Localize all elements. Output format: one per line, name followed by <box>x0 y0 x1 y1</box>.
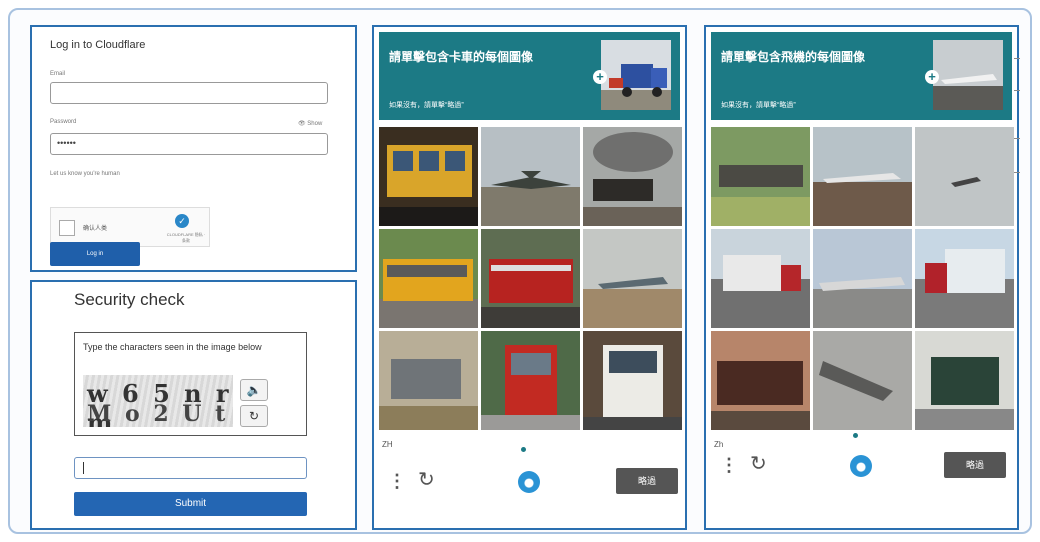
recaptcha-logo-icon <box>850 455 872 477</box>
tile-train[interactable] <box>379 127 478 226</box>
turnstile-footer: CLOUDFLARE 隐私 · 条款 <box>166 232 206 243</box>
recaptcha-logo-icon <box>518 471 540 493</box>
tile-plane-on-tarmac[interactable] <box>813 127 912 226</box>
refresh-captcha-icon[interactable]: ↻ <box>240 405 268 427</box>
tile-dump-truck[interactable] <box>379 331 478 430</box>
more-options-icon[interactable]: ⋮ <box>388 471 406 492</box>
tile-truck-side[interactable] <box>711 229 810 328</box>
reload-icon[interactable]: ↻ <box>750 451 767 476</box>
captcha-text-input[interactable] <box>74 457 307 479</box>
checkbox-label: 确认人类 <box>83 226 108 232</box>
tile-fighter-jet[interactable] <box>583 229 682 328</box>
submit-button[interactable]: Submit <box>74 492 307 516</box>
password-label: Password <box>50 119 77 125</box>
tile-fire-truck[interactable] <box>481 229 580 328</box>
audio-captcha-icon[interactable]: 🔈 <box>240 379 268 401</box>
example-plane-thumbnail <box>933 40 1003 110</box>
recaptcha-prompt: 請單擊包含卡車的每個圖像 <box>389 50 534 64</box>
edge-tick <box>1014 172 1020 173</box>
distorted-captcha-image: w 6 5 n r m M o 2 U t w <box>83 375 233 427</box>
recaptcha-header: 請單擊包含飛機的每個圖像 如果沒有，請單擊“略過” + <box>711 32 1012 120</box>
login-button[interactable]: Log in <box>50 242 140 266</box>
tile-train[interactable] <box>711 127 810 226</box>
page-indicator-dot <box>521 447 526 452</box>
text-captcha-box: Type the characters seen in the image be… <box>74 332 307 436</box>
tile-jet[interactable] <box>481 127 580 226</box>
text-cursor <box>83 462 84 474</box>
recaptcha-panel-planes: 請單擊包含飛機的每個圖像 如果沒有，請單擊“略過” + Zh ⋮ ↻ 略過 <box>704 25 1019 530</box>
image-grid <box>711 127 1014 430</box>
login-title: Log in to Cloudflare <box>50 39 146 51</box>
edge-tick <box>1014 138 1020 139</box>
tile-truck-red[interactable] <box>915 229 1014 328</box>
tile-fire-truck-front[interactable] <box>481 331 580 430</box>
skip-button[interactable]: 略過 <box>944 452 1006 478</box>
cloudflare-check-icon: ✓ <box>175 214 189 228</box>
cloudflare-login-panel: Log in to Cloudflare Email Password 👁 Sh… <box>30 25 357 272</box>
tile-truck-green[interactable] <box>915 331 1014 430</box>
image-grid <box>379 127 682 430</box>
password-field[interactable]: •••••• <box>50 133 328 155</box>
security-check-panel: Security check Type the characters seen … <box>30 280 357 530</box>
captcha-instructions: Type the characters seen in the image be… <box>83 342 262 352</box>
human-checkbox[interactable] <box>59 220 75 236</box>
recaptcha-panel-trucks: 請單擊包含卡車的每個圖像 如果沒有，請單擊“略過” + ZH ⋮ ↻ 略過 <box>372 25 687 530</box>
edge-tick <box>1014 90 1020 91</box>
tile-steam-locomotive[interactable] <box>711 331 810 430</box>
example-truck-thumbnail <box>601 40 671 110</box>
language-code: ZH <box>382 440 393 449</box>
reload-icon[interactable]: ↻ <box>418 467 435 492</box>
recaptcha-hint: 如果沒有，請單擊“略過” <box>389 102 464 109</box>
show-password-toggle[interactable]: 👁 Show <box>298 120 322 127</box>
page-indicator-dot <box>853 433 858 438</box>
more-options-icon[interactable]: ⋮ <box>720 455 738 476</box>
recaptcha-header: 請單擊包含卡車的每個圖像 如果沒有，請單擊“略過” + <box>379 32 680 120</box>
human-label: Let us know you're human <box>50 171 120 177</box>
email-field[interactable] <box>50 82 328 104</box>
tile-old-plane-wreck[interactable] <box>813 331 912 430</box>
language-code: Zh <box>714 440 724 449</box>
turnstile-widget: 确认人类 ✓ CLOUDFLARE 隐私 · 条款 <box>50 207 210 247</box>
plus-icon: + <box>593 70 607 84</box>
skip-button[interactable]: 略過 <box>616 468 678 494</box>
recaptcha-prompt: 請單擊包含飛機的每個圖像 <box>721 50 866 64</box>
tile-plane-ground[interactable] <box>813 229 912 328</box>
tile-plane-landing[interactable] <box>915 127 1014 226</box>
security-title: Security check <box>74 290 185 309</box>
email-label: Email <box>50 71 66 77</box>
edge-tick <box>1014 58 1020 59</box>
tile-bus[interactable] <box>379 229 478 328</box>
recaptcha-hint: 如果沒有，請單擊“略過” <box>721 102 796 109</box>
tile-steam-train[interactable] <box>583 127 682 226</box>
tile-truck-front[interactable] <box>583 331 682 430</box>
plus-icon: + <box>925 70 939 84</box>
